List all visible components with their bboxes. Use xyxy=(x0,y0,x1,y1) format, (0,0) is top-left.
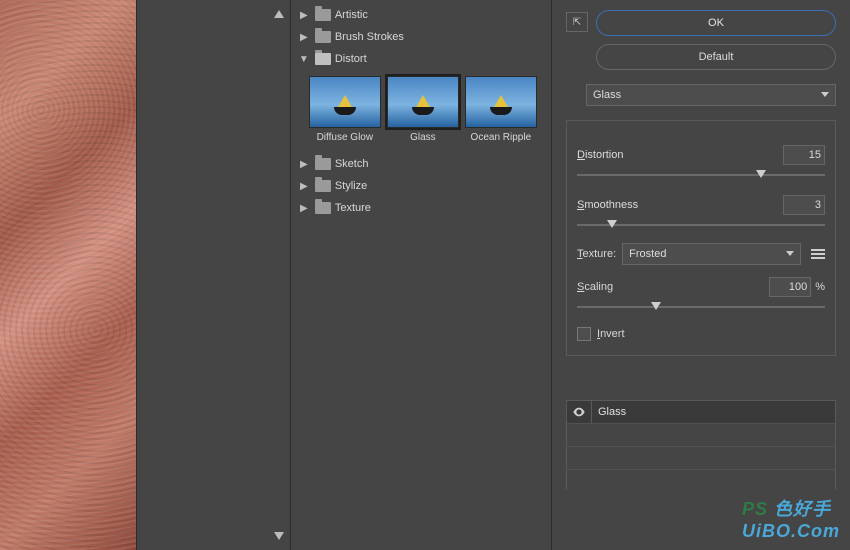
filter-glass[interactable]: Glass xyxy=(387,76,459,143)
texture-menu-icon[interactable] xyxy=(811,249,825,259)
glass-options-group: Distortion Smoothness xyxy=(566,120,836,356)
effect-layer-row[interactable]: Glass xyxy=(567,401,835,424)
scroll-up-icon[interactable] xyxy=(274,10,284,18)
disclosure-right-icon: ▶ xyxy=(297,10,311,21)
smoothness-input[interactable] xyxy=(783,195,825,215)
scroll-down-icon[interactable] xyxy=(274,532,284,540)
category-stylize[interactable]: ▶ Stylize xyxy=(291,175,551,197)
scaling-slider[interactable] xyxy=(577,301,825,313)
smoothness-label: Smoothness xyxy=(577,199,638,211)
texture-value: Frosted xyxy=(629,248,666,260)
filter-select[interactable]: Glass xyxy=(586,84,836,106)
eye-icon xyxy=(572,405,586,419)
filter-diffuse-glow[interactable]: Diffuse Glow xyxy=(309,76,381,143)
distortion-param: Distortion xyxy=(577,145,825,181)
disclosure-right-icon: ▶ xyxy=(297,203,311,214)
folder-icon xyxy=(315,202,331,214)
folder-icon xyxy=(315,180,331,192)
distortion-slider[interactable] xyxy=(577,169,825,181)
category-label: Texture xyxy=(335,202,371,214)
folder-icon xyxy=(315,158,331,170)
distortion-input[interactable] xyxy=(783,145,825,165)
invert-checkbox[interactable]: Invert xyxy=(577,327,825,341)
invert-label: Invert xyxy=(597,328,625,340)
smoothness-slider[interactable] xyxy=(577,219,825,231)
visibility-toggle[interactable] xyxy=(567,401,592,423)
category-texture[interactable]: ▶ Texture xyxy=(291,197,551,219)
category-sketch[interactable]: ▶ Sketch xyxy=(291,153,551,175)
category-brush-strokes[interactable]: ▶ Brush Strokes xyxy=(291,26,551,48)
effect-layers: Glass xyxy=(566,400,836,490)
default-button[interactable]: Default xyxy=(596,44,836,70)
scaling-label: Scaling xyxy=(577,281,613,293)
settings-panel: ⇱ OK Default Glass Distortion xyxy=(552,0,850,550)
ok-button[interactable]: OK xyxy=(596,10,836,36)
watermark: PS 色好手 UiBO.Com xyxy=(742,495,840,542)
category-distort[interactable]: ▼ Distort xyxy=(291,48,551,70)
category-label: Brush Strokes xyxy=(335,31,404,43)
filter-select-value: Glass xyxy=(593,89,621,101)
category-label: Stylize xyxy=(335,180,367,192)
checkbox-icon xyxy=(577,327,591,341)
folder-icon xyxy=(315,53,331,65)
effect-layer-name: Glass xyxy=(592,406,626,418)
category-artistic[interactable]: ▶ Artistic xyxy=(291,4,551,26)
collapse-icon: ⇱ xyxy=(573,17,581,28)
scaling-input[interactable] xyxy=(769,277,811,297)
category-label: Sketch xyxy=(335,158,369,170)
thumb-label: Glass xyxy=(387,132,459,143)
texture-label: Texture: xyxy=(577,248,616,260)
thumb-label: Diffuse Glow xyxy=(309,132,381,143)
disclosure-right-icon: ▶ xyxy=(297,32,311,43)
preview-canvas[interactable] xyxy=(0,0,136,550)
disclosure-down-icon: ▼ xyxy=(297,54,311,65)
category-label: Artistic xyxy=(335,9,368,21)
disclosure-right-icon: ▶ xyxy=(297,181,311,192)
disclosure-right-icon: ▶ xyxy=(297,159,311,170)
filter-tree: ▶ Artistic ▶ Brush Strokes ▼ Distort Dif… xyxy=(291,0,552,550)
texture-select[interactable]: Frosted xyxy=(622,243,801,265)
category-label: Distort xyxy=(335,53,367,65)
smoothness-param: Smoothness xyxy=(577,195,825,231)
folder-icon xyxy=(315,9,331,21)
filter-thumbnails: Diffuse Glow Glass Ocean Ripple xyxy=(291,70,551,153)
distortion-label: Distortion xyxy=(577,149,623,161)
collapse-settings-button[interactable]: ⇱ xyxy=(566,12,588,32)
scaling-unit: % xyxy=(815,281,825,293)
preview-scroll-gutter xyxy=(136,0,291,550)
folder-icon xyxy=(315,31,331,43)
filter-ocean-ripple[interactable]: Ocean Ripple xyxy=(465,76,537,143)
thumb-label: Ocean Ripple xyxy=(465,132,537,143)
